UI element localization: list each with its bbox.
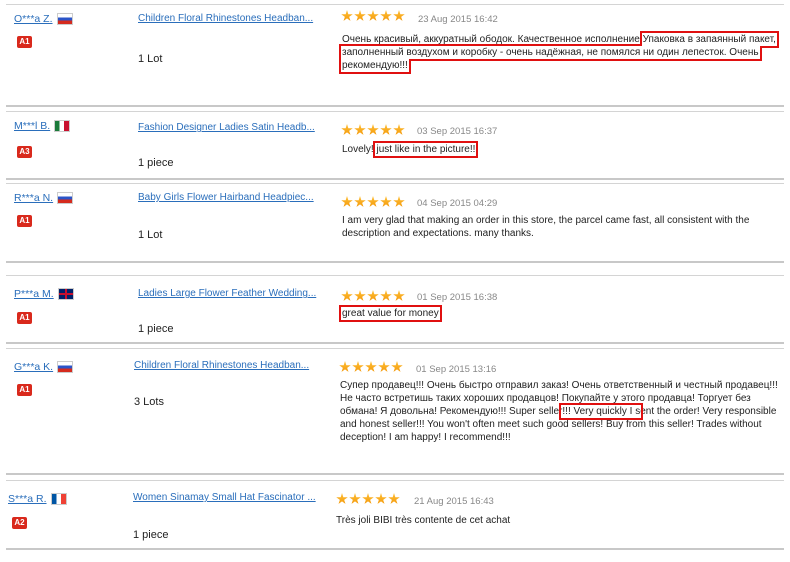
buyer-level-badge: A1 (17, 312, 32, 324)
review-date: 01 Sep 2015 13:16 (416, 364, 497, 375)
buyer-name-link[interactable]: M***l B. (14, 120, 71, 132)
star-icon (362, 493, 374, 504)
star-icon (380, 10, 392, 21)
buyer-name-link[interactable]: O***a Z. (14, 13, 73, 25)
buyer-level-badge: A1 (17, 384, 32, 396)
buyer-level-badge: A3 (17, 146, 32, 158)
star-icon (380, 290, 392, 301)
review-item: O***a Z. A1 Children Floral Rhinestones … (6, 4, 784, 107)
rating-stars (336, 493, 401, 505)
flag-gb-icon (57, 288, 74, 300)
star-icon (378, 361, 390, 372)
review-comment: great value for money (339, 305, 777, 322)
review-comment: Супер продавец!!! Очень быстро отправил … (340, 379, 780, 444)
star-icon (393, 10, 405, 21)
review-item: R***a N. A1 Baby Girls Flower Hairband H… (6, 183, 784, 263)
flag-fr-icon (50, 493, 67, 505)
review-date: 04 Sep 2015 04:29 (417, 198, 498, 209)
order-quantity: 1 Lot (138, 229, 163, 241)
review-item: P***a M. A1 Ladies Large Flower Feather … (6, 275, 784, 344)
star-icon (354, 10, 366, 21)
review-comment: Très joli BIBI très contente de cet acha… (336, 514, 771, 527)
star-icon (354, 196, 366, 207)
star-icon (339, 361, 351, 372)
order-quantity: 1 piece (138, 157, 174, 169)
flag-ru-icon (57, 192, 74, 204)
buyer-name: M***l B. (14, 120, 51, 132)
star-icon (367, 124, 379, 135)
buyer-name: O***a Z. (14, 13, 53, 25)
star-icon (367, 290, 379, 301)
star-icon (349, 493, 361, 504)
star-icon (336, 493, 348, 504)
star-icon (380, 124, 392, 135)
star-icon (393, 196, 405, 207)
comment-text: Lovely! (342, 144, 377, 155)
product-link[interactable]: Women Sinamay Small Hat Fascinator ... (133, 492, 318, 503)
star-icon (393, 290, 405, 301)
order-quantity: 1 piece (138, 323, 174, 335)
product-link[interactable]: Fashion Designer Ladies Satin Headb... (138, 122, 323, 133)
star-icon (354, 290, 366, 301)
star-icon (391, 361, 403, 372)
buyer-name-link[interactable]: G***a K. (14, 361, 74, 373)
buyer-name-link[interactable]: S***a R. (8, 493, 67, 505)
star-icon (341, 124, 353, 135)
flag-ru-icon (56, 13, 73, 25)
review-comment: I am very glad that making an order in t… (342, 214, 777, 240)
rating-stars (341, 10, 406, 22)
product-link[interactable]: Children Floral Rhinestones Headban... (138, 13, 323, 24)
comment-text: I am very glad that making an order in t… (342, 215, 750, 239)
buyer-level-badge: A1 (17, 36, 32, 48)
review-date: 03 Sep 2015 16:37 (417, 126, 498, 137)
review-comment: Lovely! just like in the picture!! (342, 141, 777, 158)
review-item: G***a K. A1 Children Floral Rhinestones … (6, 348, 784, 475)
order-quantity: 1 piece (133, 529, 169, 541)
buyer-name-link[interactable]: P***a M. (14, 288, 74, 300)
star-icon (393, 124, 405, 135)
buyer-name: S***a R. (8, 493, 47, 505)
review-comment: Очень красивый, аккуратный ободок. Качес… (339, 31, 779, 74)
star-icon (367, 196, 379, 207)
product-link[interactable]: Ladies Large Flower Feather Wedding... (138, 288, 323, 299)
buyer-name: R***a N. (14, 192, 54, 204)
star-icon (375, 493, 387, 504)
buyer-name: P***a M. (14, 288, 54, 300)
comment-highlight: !!! Very quickly I s (559, 403, 644, 420)
comment-highlight: great value for money (339, 305, 442, 322)
product-link[interactable]: Children Floral Rhinestones Headban... (134, 360, 319, 371)
comment-text: Очень красивый, аккуратный ободок. Качес… (342, 34, 643, 45)
star-icon (341, 10, 353, 21)
rating-stars (339, 361, 404, 373)
review-date: 01 Sep 2015 16:38 (417, 292, 498, 303)
comment-text: Très joli BIBI très contente de cet acha… (336, 515, 511, 526)
review-date: 21 Aug 2015 16:43 (414, 496, 494, 507)
star-icon (341, 290, 353, 301)
order-quantity: 1 Lot (138, 53, 163, 65)
star-icon (341, 196, 353, 207)
buyer-level-badge: A2 (12, 517, 27, 529)
rating-stars (341, 124, 406, 136)
buyer-level-badge: A1 (17, 215, 32, 227)
review-item: S***a R. A2 Women Sinamay Small Hat Fasc… (6, 480, 784, 550)
star-icon (354, 124, 366, 135)
star-icon (380, 196, 392, 207)
rating-stars (341, 290, 406, 302)
buyer-name-link[interactable]: R***a N. (14, 192, 74, 204)
buyer-name: G***a K. (14, 361, 54, 373)
star-icon (352, 361, 364, 372)
flag-mx-icon (54, 120, 71, 132)
comment-highlight: just like in the picture!! (373, 141, 479, 158)
star-icon (388, 493, 400, 504)
flag-ru-icon (57, 361, 74, 373)
product-link[interactable]: Baby Girls Flower Hairband Headpiec... (138, 192, 323, 203)
review-date: 23 Aug 2015 16:42 (418, 14, 498, 25)
star-icon (367, 10, 379, 21)
review-item: M***l B. A3 Fashion Designer Ladies Sati… (6, 111, 784, 180)
order-quantity: 3 Lots (134, 396, 164, 408)
star-icon (365, 361, 377, 372)
rating-stars (341, 196, 406, 208)
